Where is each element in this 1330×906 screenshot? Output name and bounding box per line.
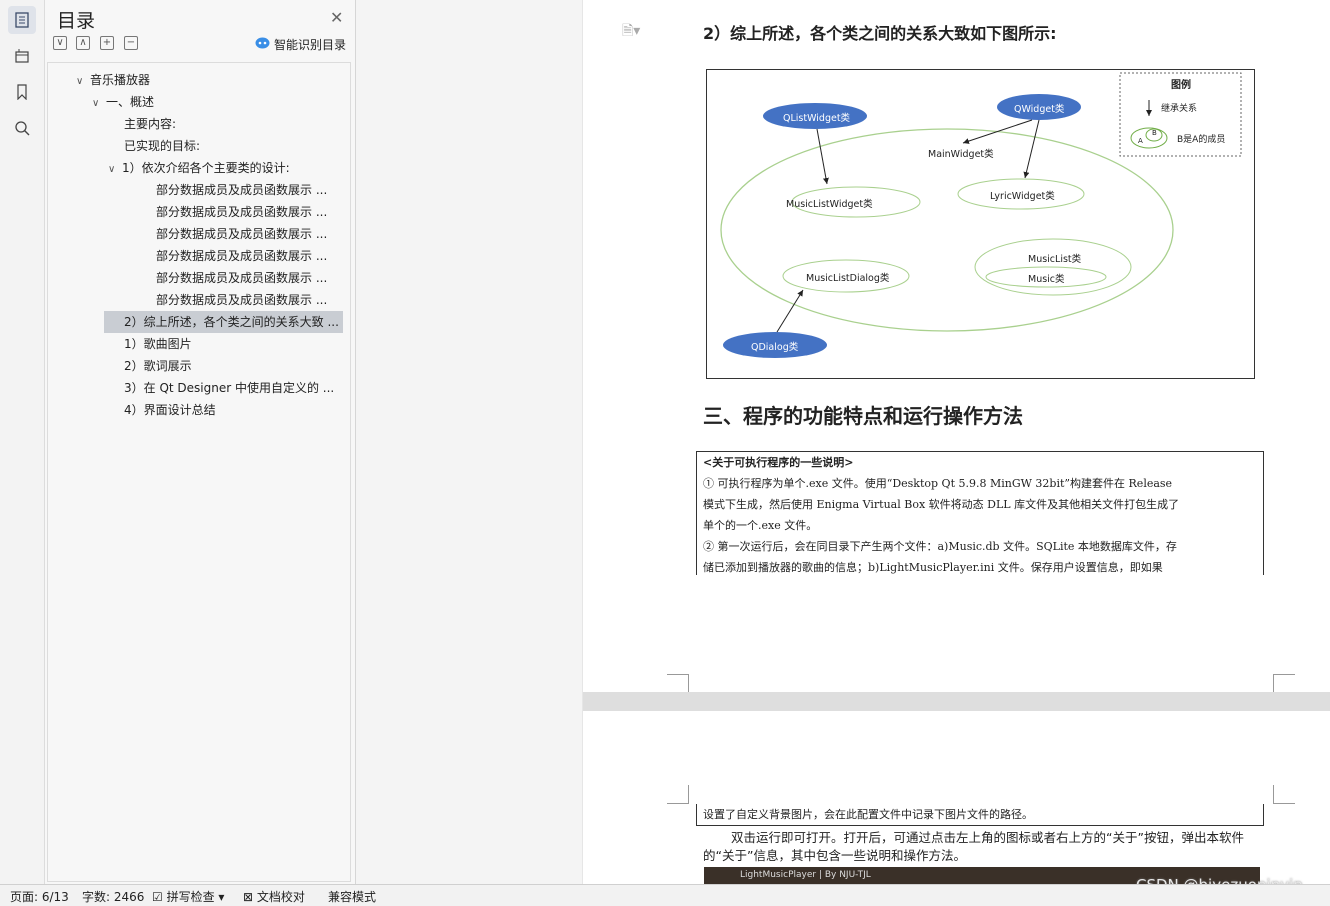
legend-title: 图例 [1171, 80, 1191, 91]
toc-tree: ∨ 音乐播放器 ∨ 一、概述 主要内容: 已实现的目标: ∨ 1）依次介绍各个主要类的… [47, 62, 351, 882]
toc-item[interactable]: ∨ 1）依次介绍各个主要类的设计: [108, 157, 290, 179]
note-box: <关于可执行程序的一些说明> ① 可执行程序为单个.exe 文件。使用“Desk… [696, 451, 1264, 575]
document-icon[interactable]: 🗎▾ [622, 20, 640, 44]
node-musiclistdialog: MusicListDialog类 [806, 273, 890, 284]
legend-member: B是A的成员 [1177, 135, 1226, 145]
smart-icon [255, 37, 270, 52]
legend-inherit: 继承关系 [1161, 104, 1198, 114]
class-diagram: 图例 继承关系 B是A的成员 A B QListWidget类 QWidget类… [706, 69, 1255, 379]
toc-item[interactable]: ∨ 音乐播放器 [76, 69, 150, 91]
note-line: 储已添加到播放器的歌曲的信息；b)LightMusicPlayer.ini 文件… [703, 561, 1163, 574]
proofread-button[interactable]: ⊠ 文档校对 [243, 888, 305, 905]
nav-pane-icon[interactable] [8, 42, 36, 70]
arrow-qwidget-lyricwidget [1023, 119, 1040, 179]
arrow-qwidget-mainwidget [962, 119, 1033, 144]
proof-icon: ⊠ [243, 890, 254, 904]
node-musiclist: MusicList类 [1028, 254, 1082, 265]
toc-item[interactable]: 2）歌词展示 [124, 355, 192, 377]
legend-outer-ellipse [1130, 127, 1168, 149]
toc-item[interactable]: 部分数据成员及成员函数展示 ... [156, 245, 327, 267]
toc-item[interactable]: 3）在 Qt Designer 中使用自定义的 ... [124, 377, 334, 399]
toc-item[interactable]: 部分数据成员及成员函数展示 ... [156, 289, 327, 311]
note-line: ① 可执行程序为单个.exe 文件。使用“Desktop Qt 5.9.8 Mi… [703, 477, 1173, 490]
note-line: ② 第一次运行后，会在同目录下产生两个文件：a)Music.db 文件。SQLi… [703, 540, 1177, 553]
note-box-continued: 设置了自定义背景图片，会在此配置文件中记录下图片文件的路径。 [696, 804, 1264, 826]
canvas-background [356, 0, 582, 884]
remove-heading-icon[interactable]: − [124, 36, 138, 50]
collapse-all-icon[interactable]: ∨ [53, 36, 67, 50]
node-qlistwidget: QListWidget类 [783, 113, 851, 124]
body-paragraph: 双击运行即可打开。打开后，可通过点击左上角的图标或者右上方的“关于”按钮，弹出本… [703, 830, 1244, 863]
toc-item[interactable]: 部分数据成员及成员函数展示 ... [156, 223, 327, 245]
toc-title: 目录 [57, 10, 96, 32]
page-separator [583, 692, 1330, 711]
toc-item[interactable]: 部分数据成员及成员函数展示 ... [156, 201, 327, 223]
note-line: <关于可执行程序的一些说明> [703, 456, 854, 469]
smart-label: 智能识别目录 [274, 38, 347, 52]
toc-icon[interactable] [8, 6, 36, 34]
legend-b: B [1152, 129, 1157, 137]
crop-mark [1273, 674, 1295, 693]
section-heading: 三、程序的功能特点和运行操作方法 [703, 404, 1023, 428]
checkbox-icon: ☑ [152, 890, 163, 904]
legend-a: A [1138, 137, 1143, 145]
arrow-qlistwidget-musiclistwidget [816, 128, 829, 185]
toc-item[interactable]: 已实现的目标: [124, 135, 200, 157]
arrow-qdialog-musiclistdialog [776, 289, 804, 333]
node-qdialog: QDialog类 [751, 342, 799, 353]
node-musiclistwidget: MusicListWidget类 [786, 199, 873, 210]
crop-mark [667, 785, 689, 804]
node-lyricwidget: LyricWidget类 [990, 191, 1055, 202]
status-bar: 页面: 6/13 字数: 2466 ☑ 拼写检查 ▾ ⊠ 文档校对 兼容模式 [0, 884, 1330, 906]
doc-heading: 2）综上所述，各个类之间的关系大致如下图所示: [703, 24, 1057, 43]
chevron-down-icon[interactable]: ∨ [92, 93, 106, 115]
crop-mark [667, 674, 689, 693]
note-line: 模式下生成，然后使用 Enigma Virtual Box 软件将动态 DLL … [703, 498, 1180, 511]
page-indicator[interactable]: 页面: 6/13 [10, 888, 69, 905]
compat-mode: 兼容模式 [328, 890, 377, 904]
note-line: 单个的一个.exe 文件。 [703, 519, 818, 532]
node-qwidget: QWidget类 [1014, 104, 1065, 115]
crop-mark [1273, 785, 1295, 804]
smart-toc-button[interactable]: 智能识别目录 [255, 36, 346, 53]
toc-item[interactable]: 1）歌曲图片 [124, 333, 192, 355]
toc-item-selected[interactable]: 2）综上所述，各个类之间的关系大致 ... [104, 311, 343, 333]
chevron-down-icon[interactable]: ∨ [76, 71, 90, 93]
toc-item[interactable]: 4）界面设计总结 [124, 399, 216, 421]
chevron-down-icon[interactable]: ∨ [108, 159, 122, 181]
toc-item[interactable]: 部分数据成员及成员函数展示 ... [156, 267, 327, 289]
node-music: Music类 [1028, 274, 1065, 285]
add-heading-icon[interactable]: + [100, 36, 114, 50]
toc-item[interactable]: ∨ 一、概述 [92, 91, 154, 113]
close-icon[interactable]: ✕ [330, 8, 343, 27]
spell-check-button[interactable]: ☑ 拼写检查 ▾ [152, 888, 224, 905]
word-count[interactable]: 字数: 2466 [82, 888, 144, 905]
sidebar-rail [0, 0, 45, 884]
bookmark-icon[interactable] [8, 78, 36, 106]
toc-item[interactable]: 主要内容: [124, 113, 176, 135]
toc-item[interactable]: 部分数据成员及成员函数展示 ... [156, 179, 327, 201]
node-mainwidget: MainWidget类 [928, 149, 994, 160]
search-icon[interactable] [8, 114, 36, 142]
toc-panel: 目录 ✕ ∨ ∧ + − 智能识别目录 ∨ 音乐播放器 ∨ 一、概述 主要内容: 已… [45, 0, 356, 884]
expand-up-icon[interactable]: ∧ [76, 36, 90, 50]
